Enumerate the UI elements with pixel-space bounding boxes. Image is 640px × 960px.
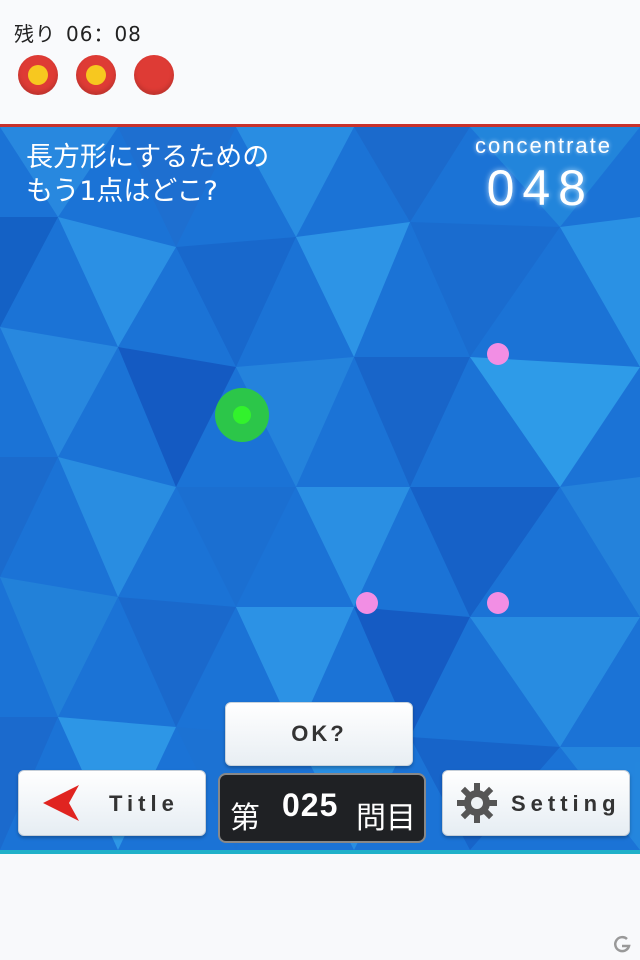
life-icon-full: [76, 55, 116, 95]
lives: [18, 55, 174, 95]
concentrate-value: 048: [486, 160, 594, 216]
remaining-time-value: 06：08: [66, 22, 142, 46]
concentrate-label: concentrate: [475, 133, 612, 158]
counter-prefix: 第: [230, 801, 260, 836]
question-line-1: 長方形にするための: [26, 142, 270, 173]
setting-button[interactable]: Setting: [442, 770, 630, 836]
counter-number: 025: [282, 787, 339, 823]
bottom-area: [0, 854, 640, 960]
remaining-label: 残り: [14, 22, 56, 46]
play-area[interactable]: 長方形にするための もう1点はどこ? concentrate 048 OK? T…: [0, 127, 640, 850]
question-counter: 第 025 問目: [218, 773, 426, 843]
arrow-left-icon: [43, 785, 79, 821]
target-point: [487, 592, 509, 614]
question-line-2: もう1点はどこ?: [26, 176, 218, 207]
title-button-label: Title: [109, 791, 179, 816]
question-text: 長方形にするための もう1点はどこ?: [26, 141, 269, 209]
setting-button-label: Setting: [511, 791, 621, 816]
target-point: [487, 343, 509, 365]
ok-button[interactable]: OK?: [225, 702, 413, 766]
title-button[interactable]: Title: [18, 770, 206, 836]
remaining-time: 残り 06：08: [14, 18, 142, 47]
life-icon-empty: [134, 55, 174, 95]
status-bar: 残り 06：08: [0, 0, 640, 124]
counter-suffix: 問目: [356, 801, 416, 836]
life-icon-full: [18, 55, 58, 95]
selection-cursor[interactable]: [215, 388, 269, 442]
gear-icon: [457, 783, 497, 823]
logo-g-icon: [614, 935, 631, 953]
target-point: [356, 592, 378, 614]
